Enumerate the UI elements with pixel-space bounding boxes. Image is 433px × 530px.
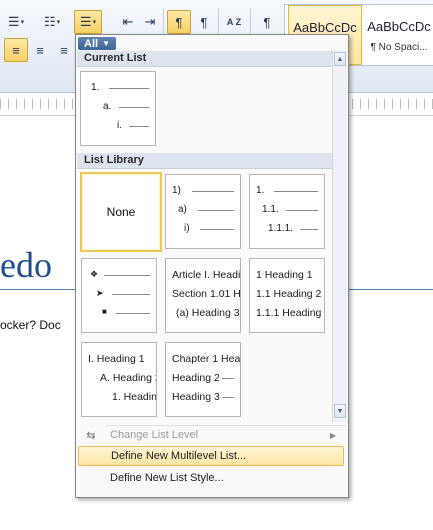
align-center-icon: ≡ xyxy=(36,42,44,58)
center-button[interactable]: ≡ xyxy=(28,38,52,62)
list-tile-chapter[interactable]: Chapter 1 Hea Heading 2 Heading 3 xyxy=(165,342,241,417)
multilevel-list-button[interactable]: ☰ ▾ xyxy=(74,10,102,34)
menu-label: Define New List Style... xyxy=(110,472,224,484)
multilevel-list-icon: ☰ xyxy=(79,14,92,29)
style-sample: AaBbCcDc xyxy=(293,20,357,35)
multilevel-list-dropdown: All ▼ Current List 1. a. i. List Library… xyxy=(75,34,349,498)
list-item: i. xyxy=(81,120,155,132)
chevron-down-icon: ▾ xyxy=(56,19,61,26)
decrease-indent-icon: ⇤ xyxy=(122,14,134,29)
list-tile-numeric-paren[interactable]: 1) a) i) xyxy=(165,174,241,249)
pilcrow-icon: ¶ xyxy=(263,14,271,30)
sort-icon: A Z xyxy=(226,17,242,27)
change-list-level-item[interactable]: ⇆ Change List Level ▶ xyxy=(78,425,344,445)
list-none-tile[interactable]: None xyxy=(80,172,162,252)
list-item: 1. xyxy=(81,82,155,94)
numbering-icon: ☷ xyxy=(43,14,56,29)
define-new-multilevel-list-item[interactable]: Define New Multilevel List... xyxy=(78,446,344,466)
menu-label: Change List Level xyxy=(110,429,199,441)
chevron-down-icon: ▾ xyxy=(20,19,25,26)
current-list-tile[interactable]: 1. a. i. xyxy=(80,71,156,146)
current-list-header: Current List xyxy=(77,51,337,67)
list-level-icon: ⇆ xyxy=(86,429,96,442)
chevron-down-icon: ▾ xyxy=(92,19,97,26)
divider xyxy=(250,8,251,34)
ltr-paragraph-icon: ¶ xyxy=(175,14,183,30)
scroll-down-button[interactable]: ▼ xyxy=(334,404,346,418)
list-tile-decimal[interactable]: 1. 1.1. 1.1.1. xyxy=(249,174,325,249)
arrow-bullet-icon: ➤ xyxy=(96,288,104,298)
rtl-paragraph-icon: ¶ xyxy=(200,14,208,30)
show-formatting-button[interactable]: ¶ xyxy=(255,10,279,34)
divider xyxy=(218,8,219,34)
document-heading: edo xyxy=(0,245,52,285)
square-bullet-icon: ■ xyxy=(102,307,107,316)
menu-label: Define New Multilevel List... xyxy=(111,450,247,462)
list-library-header: List Library xyxy=(77,153,337,169)
decrease-indent-button[interactable]: ⇤ xyxy=(116,10,140,34)
bullets-icon: ☰ xyxy=(7,14,20,29)
list-filter-dropdown[interactable]: All ▼ xyxy=(78,37,116,50)
submenu-arrow-icon: ▶ xyxy=(329,430,336,440)
gallery-scrollbar[interactable]: ▲ ▼ xyxy=(332,50,347,422)
scroll-up-button[interactable]: ▲ xyxy=(334,52,346,66)
rtl-button[interactable]: ¶ xyxy=(192,10,216,34)
divider xyxy=(163,8,164,34)
list-item: a. xyxy=(81,101,155,113)
align-right-icon: ≡ xyxy=(60,42,68,58)
none-label: None xyxy=(106,205,136,219)
filter-label: All xyxy=(84,37,99,50)
numbering-button[interactable]: ☷ ▾ xyxy=(40,10,64,34)
sort-button[interactable]: A Z xyxy=(222,10,246,34)
list-tile-heading-roman[interactable]: I. Heading 1 A. Heading 2 1. Headin xyxy=(81,342,157,417)
chevron-down-icon: ▼ xyxy=(102,39,110,48)
align-left-button[interactable]: ≡ xyxy=(4,38,28,62)
style-sample: AaBbCcDc xyxy=(367,19,431,34)
increase-indent-icon: ⇥ xyxy=(144,14,156,29)
triangle-up-icon: ▲ xyxy=(336,55,344,63)
bullets-button[interactable]: ☰ ▾ xyxy=(4,10,28,34)
align-left-icon: ≡ xyxy=(12,42,20,58)
ltr-button[interactable]: ¶ xyxy=(167,10,191,34)
style-no-spacing[interactable]: AaBbCcDc ¶ No Spaci... xyxy=(363,5,433,63)
diamond-bullet-icon: ❖ xyxy=(90,269,99,279)
document-body-text: ocker? Doc xyxy=(0,318,61,332)
style-name: ¶ No Spaci... xyxy=(370,42,428,53)
list-tile-heading-numbered[interactable]: 1 Heading 1 1.1 Heading 2 1.1.1 Heading xyxy=(249,258,325,333)
define-new-list-style-item[interactable]: Define New List Style... xyxy=(78,468,344,488)
list-tile-bullets[interactable]: ❖ ➤ ■ xyxy=(81,258,157,333)
triangle-down-icon: ▼ xyxy=(336,407,344,415)
list-tile-article[interactable]: Article I. Headi Section 1.01 H (a) Head… xyxy=(165,258,241,333)
align-right-button[interactable]: ≡ xyxy=(52,38,76,62)
increase-indent-button[interactable]: ⇥ xyxy=(138,10,162,34)
